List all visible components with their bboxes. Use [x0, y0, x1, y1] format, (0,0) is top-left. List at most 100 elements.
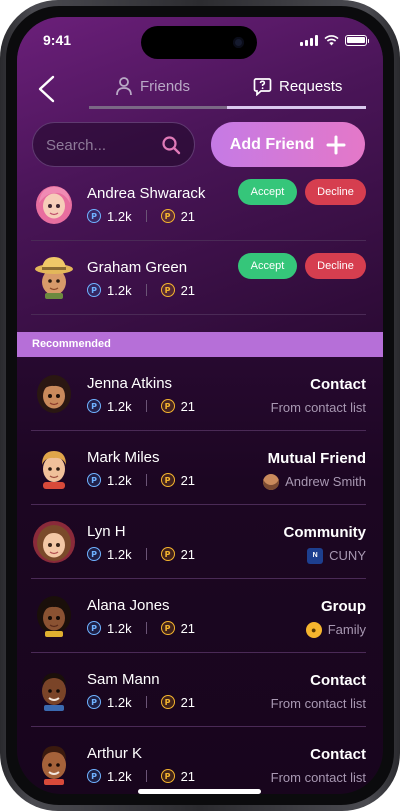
gold-coin-icon: P	[160, 399, 175, 413]
points-coin-icon: P	[87, 209, 101, 223]
app-screen: 9:41 Friends Requests Add Friend	[17, 17, 383, 794]
source-detail-text: Andrew Smith	[285, 474, 366, 489]
source-title: Group	[321, 598, 366, 615]
user-stats: P 1.2k P 21	[87, 620, 195, 636]
accept-button[interactable]: Accept	[238, 253, 297, 279]
points-value: 1.2k	[107, 768, 132, 784]
points-value: 1.2k	[107, 208, 132, 224]
user-stats: P 1.2k P 21	[87, 694, 195, 710]
add-friend-button[interactable]: Add Friend	[211, 122, 365, 167]
points-coin-icon: P	[87, 473, 101, 487]
stat-divider	[145, 770, 147, 782]
points-coin-icon: P	[87, 283, 101, 297]
recommended-row[interactable]: Arthur K P 1.2k P 21 Contact From contac…	[31, 727, 366, 794]
cuny-logo-icon: N	[307, 547, 324, 564]
recommended-row[interactable]: Alana Jones P 1.2k P 21 Group ● Family	[31, 579, 366, 653]
gold-coin-icon: P	[160, 209, 175, 223]
stat-divider	[145, 284, 147, 296]
source-title: Contact	[310, 376, 366, 393]
plus-icon	[326, 135, 346, 154]
recommended-row[interactable]: Jenna Atkins P 1.2k P 21 Contact From co…	[31, 357, 366, 431]
points-value: 1.2k	[107, 472, 132, 488]
tab-friends[interactable]: Friends	[115, 75, 190, 97]
recommended-row[interactable]: Mark Miles P 1.2k P 21 Mutual Friend And…	[31, 431, 366, 505]
status-icons	[300, 34, 369, 46]
source-title: Mutual Friend	[267, 450, 366, 467]
gold-coin-icon: P	[160, 473, 175, 487]
coins-value: 21	[180, 768, 196, 784]
active-tab-indicator	[227, 106, 366, 109]
friend-avatar-icon	[263, 473, 280, 490]
phone-bezel: 9:41 Friends Requests Add Friend	[6, 6, 394, 805]
stat-divider	[145, 696, 147, 708]
avatar-alana	[37, 596, 71, 637]
battery-icon	[345, 34, 369, 46]
status-time: 9:41	[43, 32, 72, 48]
recommended-name: Mark Miles	[87, 449, 160, 466]
source-detail: N CUNY	[307, 547, 366, 564]
user-stats: P 1.2k P 21	[87, 398, 195, 414]
avatar-sam	[42, 673, 66, 711]
dynamic-island	[141, 26, 257, 59]
user-icon	[116, 77, 132, 96]
avatar-andrea	[36, 186, 72, 224]
source-title: Contact	[310, 672, 366, 689]
recommended-banner: Recommended	[17, 332, 383, 357]
recommended-row[interactable]: Sam Mann P 1.2k P 21 Contact From contac…	[31, 653, 366, 727]
user-stats: P 1.2k P 21	[87, 472, 195, 488]
decline-button[interactable]: Decline	[305, 253, 366, 279]
source-detail: From contact list	[271, 399, 366, 416]
source-detail: ● Family	[305, 621, 366, 638]
source-detail: From contact list	[271, 769, 366, 786]
status-bar: 9:41	[17, 17, 383, 63]
source-detail-text: From contact list	[270, 770, 366, 785]
coins-value: 21	[180, 208, 196, 224]
back-arrow-icon[interactable]	[33, 74, 59, 104]
gold-coin-icon: P	[160, 547, 175, 561]
tab-friends-label: Friends	[140, 77, 191, 95]
user-stats: P 1.2k P 21	[87, 546, 195, 562]
avatar-mark	[42, 451, 66, 489]
recommended-row[interactable]: Lyn H P 1.2k P 21 Community N CUNY	[31, 505, 366, 579]
request-name: Andrea Shwarack	[87, 185, 206, 202]
source-detail-text: From contact list	[270, 400, 366, 415]
search-box[interactable]	[32, 122, 195, 167]
search-icon[interactable]	[161, 135, 181, 155]
user-stats: P 1.2k P 21	[87, 282, 195, 298]
stat-divider	[145, 548, 147, 560]
phone-frame: 9:41 Friends Requests Add Friend	[0, 0, 400, 811]
stat-divider	[145, 400, 147, 412]
coins-value: 21	[180, 620, 196, 636]
avatar-jenna	[37, 375, 71, 413]
source-title: Community	[283, 524, 367, 541]
points-value: 1.2k	[107, 694, 132, 710]
home-indicator[interactable]	[138, 789, 261, 794]
source-title: Contact	[310, 746, 366, 763]
points-value: 1.2k	[107, 620, 132, 636]
search-input[interactable]	[46, 134, 158, 156]
tab-requests-label: Requests	[279, 77, 343, 95]
recommended-name: Arthur K	[87, 745, 143, 762]
recommended-name: Jenna Atkins	[87, 375, 173, 392]
stat-divider	[145, 474, 147, 486]
avatar-graham	[35, 257, 73, 299]
coins-value: 21	[180, 546, 196, 562]
points-value: 1.2k	[107, 546, 132, 562]
gold-coin-icon: P	[160, 283, 175, 297]
source-detail: From contact list	[271, 695, 366, 712]
coins-value: 21	[180, 398, 196, 414]
request-row: Andrea Shwarack P 1.2k P 21 Accept Decli…	[31, 167, 366, 241]
source-detail: Andrew Smith	[263, 473, 366, 490]
points-value: 1.2k	[107, 282, 132, 298]
decline-button[interactable]: Decline	[305, 179, 366, 205]
gold-coin-icon: P	[160, 621, 175, 635]
chat-request-icon	[253, 77, 272, 96]
gold-coin-icon: P	[160, 695, 175, 709]
tab-requests[interactable]: Requests	[253, 75, 342, 97]
points-coin-icon: P	[87, 621, 101, 635]
accept-button[interactable]: Accept	[238, 179, 297, 205]
user-stats: P 1.2k P 21	[87, 768, 195, 784]
stat-divider	[145, 622, 147, 634]
camera-icon	[233, 37, 244, 48]
source-detail-text: Family	[327, 622, 366, 637]
